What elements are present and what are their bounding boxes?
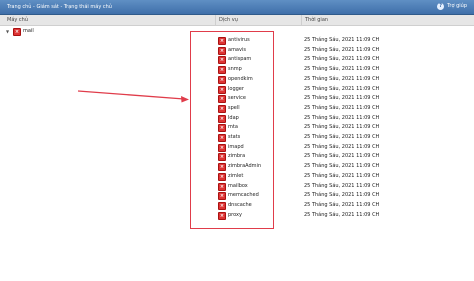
- annotation-arrow: [77, 90, 189, 103]
